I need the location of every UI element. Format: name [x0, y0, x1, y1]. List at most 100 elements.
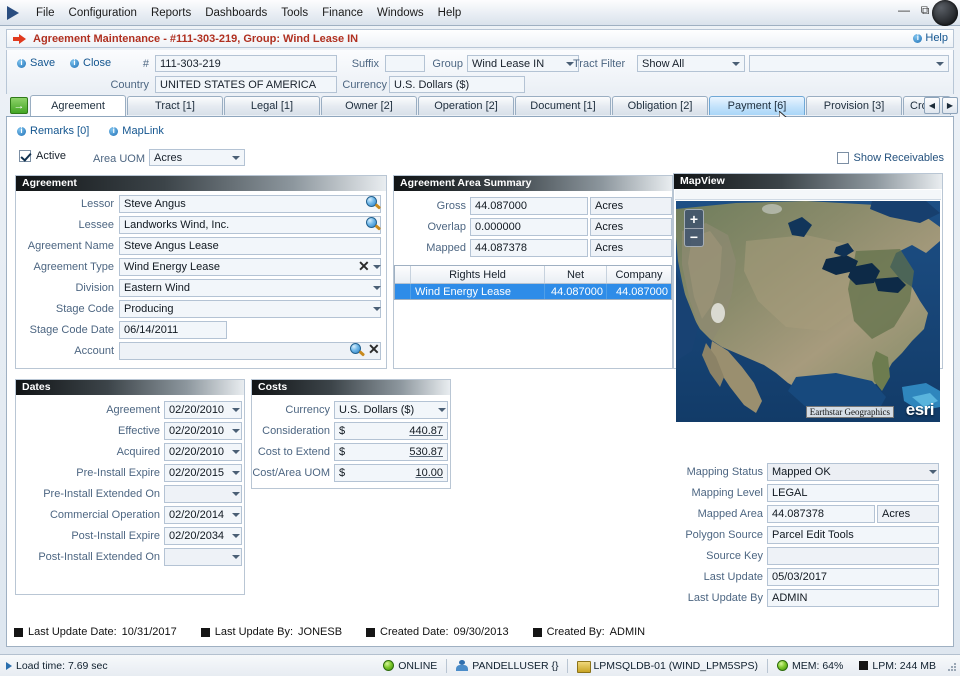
- show-receivables-checkbox[interactable]: Show Receivables: [836, 152, 945, 164]
- currency-input[interactable]: U.S. Dollars ($): [389, 76, 525, 93]
- gross-value[interactable]: 44.087000: [470, 197, 588, 215]
- tab-obligation[interactable]: Obligation [2]: [612, 96, 708, 115]
- chevron-down-icon[interactable]: [232, 513, 240, 517]
- chevron-down-icon[interactable]: [373, 265, 381, 269]
- stage-code-select[interactable]: Producing: [119, 300, 381, 318]
- mapped-area-label: Mapped Area: [697, 508, 763, 520]
- tab-legal[interactable]: Legal [1]: [224, 96, 320, 115]
- chevron-down-icon[interactable]: [373, 286, 381, 290]
- active-checkbox[interactable]: Active: [19, 150, 66, 162]
- mapped-area-input[interactable]: 44.087378: [767, 505, 875, 523]
- chevron-down-icon[interactable]: [232, 450, 240, 454]
- active-label: Active: [36, 150, 66, 162]
- overlap-value[interactable]: 0.000000: [470, 218, 588, 236]
- menu-item-dashboards[interactable]: Dashboards: [198, 4, 274, 22]
- show-receivables-label: Show Receivables: [853, 152, 945, 164]
- go-arrow-icon[interactable]: →: [10, 97, 28, 114]
- menu-item-tools[interactable]: Tools: [274, 4, 315, 22]
- overlap-label: Overlap: [427, 221, 466, 233]
- division-select[interactable]: Eastern Wind: [119, 279, 381, 297]
- lessee-input[interactable]: Landworks Wind, Inc.: [119, 216, 381, 234]
- minimize-icon[interactable]: —: [894, 1, 914, 19]
- gross-label: Gross: [436, 200, 466, 212]
- map-last-update-input[interactable]: 05/03/2017: [767, 568, 939, 586]
- stage-code-date-input[interactable]: 06/14/2011: [119, 321, 227, 339]
- chevron-down-icon[interactable]: [438, 408, 446, 412]
- menu-item-configuration[interactable]: Configuration: [62, 4, 144, 22]
- area-uom-select[interactable]: Acres: [149, 149, 245, 166]
- mapping-status-select[interactable]: Mapped OK: [767, 463, 939, 481]
- tab-owner[interactable]: Owner [2]: [321, 96, 417, 115]
- agreement-type-select[interactable]: Wind Energy Lease: [119, 258, 381, 276]
- account-input[interactable]: [119, 342, 381, 360]
- chevron-down-icon[interactable]: [232, 471, 240, 475]
- chevron-down-icon[interactable]: [373, 307, 381, 311]
- tract-filter-secondary-select[interactable]: [749, 55, 949, 72]
- audit-label: Last Update Date:: [28, 626, 117, 638]
- mapped-value[interactable]: 44.087378: [470, 239, 588, 257]
- number-input[interactable]: 111-303-219: [155, 55, 337, 72]
- tab-scroll-prev-button[interactable]: ◀: [924, 97, 940, 114]
- close-button[interactable]: Close: [70, 57, 111, 69]
- date-post-install-expire-input[interactable]: 02/20/2034: [164, 527, 242, 545]
- map-zoom-out-button[interactable]: −: [685, 229, 703, 247]
- grid-col-company[interactable]: Company: [607, 266, 671, 283]
- account-clear-icon[interactable]: ✕: [368, 342, 380, 356]
- chevron-down-icon[interactable]: [232, 429, 240, 433]
- tab-operation[interactable]: Operation [2]: [418, 96, 514, 115]
- date-pre-install-extended-input[interactable]: [164, 485, 242, 503]
- costs-currency-select[interactable]: U.S. Dollars ($): [334, 401, 448, 419]
- map-zoom-in-button[interactable]: +: [685, 210, 703, 229]
- grid-col-net[interactable]: Net: [545, 266, 607, 283]
- map-last-update-by-input[interactable]: ADMIN: [767, 589, 939, 607]
- date-effective-input[interactable]: 02/20/2010: [164, 422, 242, 440]
- chevron-down-icon[interactable]: [929, 470, 937, 474]
- chevron-down-icon[interactable]: [232, 555, 240, 559]
- agreement-name-input[interactable]: Steve Angus Lease: [119, 237, 381, 255]
- map-zoom-controls[interactable]: + −: [684, 209, 704, 247]
- maplink-link[interactable]: MapLink: [109, 125, 164, 137]
- lessee-search-icon[interactable]: [366, 217, 382, 232]
- consideration-input[interactable]: $ 440.87: [334, 422, 448, 440]
- tab-provision[interactable]: Provision [3]: [806, 96, 902, 115]
- lessor-search-icon[interactable]: [366, 196, 382, 211]
- group-select[interactable]: Wind Lease IN: [467, 55, 579, 72]
- grid-col-rights-held[interactable]: Rights Held: [411, 266, 545, 283]
- map-toolbar[interactable]: [675, 190, 941, 200]
- date-post-install-extended-input[interactable]: [164, 548, 242, 566]
- chevron-down-icon[interactable]: [232, 534, 240, 538]
- resize-grip[interactable]: [947, 663, 957, 673]
- menu-item-finance[interactable]: Finance: [315, 4, 370, 22]
- date-agreement-input[interactable]: 02/20/2010: [164, 401, 242, 419]
- account-search-icon[interactable]: [350, 343, 366, 358]
- agreement-type-clear-icon[interactable]: ✕: [358, 259, 370, 273]
- date-acquired-input[interactable]: 02/20/2010: [164, 443, 242, 461]
- help-link[interactable]: Help: [913, 32, 948, 44]
- map-canvas[interactable]: + − Earthstar Geographics esri: [676, 201, 940, 422]
- mapping-level-input[interactable]: LEGAL: [767, 484, 939, 502]
- cost-area-uom-input[interactable]: $ 10.00: [334, 464, 448, 482]
- polygon-source-input[interactable]: Parcel Edit Tools: [767, 526, 939, 544]
- date-commercial-operation-input[interactable]: 02/20/2014: [164, 506, 242, 524]
- save-button[interactable]: Save: [17, 57, 55, 69]
- chevron-down-icon[interactable]: [232, 492, 240, 496]
- cost-to-extend-input[interactable]: $ 530.87: [334, 443, 448, 461]
- table-row[interactable]: Wind Energy Lease 44.087000 44.087000: [395, 284, 671, 299]
- tract-filter-select[interactable]: Show All: [637, 55, 745, 72]
- tab-document[interactable]: Document [1]: [515, 96, 611, 115]
- menu-item-reports[interactable]: Reports: [144, 4, 198, 22]
- tab-tract[interactable]: Tract [1]: [127, 96, 223, 115]
- tab-scroll-next-button[interactable]: ▶: [942, 97, 958, 114]
- remarks-link[interactable]: Remarks [0]: [17, 125, 89, 137]
- country-input[interactable]: UNITED STATES OF AMERICA: [155, 76, 337, 93]
- cost-area-uom-value: 10.00: [415, 467, 443, 479]
- lessor-input[interactable]: Steve Angus: [119, 195, 381, 213]
- source-key-input[interactable]: [767, 547, 939, 565]
- tab-agreement[interactable]: Agreement: [30, 95, 126, 116]
- mapped-uom: Acres: [590, 239, 672, 257]
- menu-item-windows[interactable]: Windows: [370, 4, 431, 22]
- date-pre-install-expire-input[interactable]: 02/20/2015: [164, 464, 242, 482]
- chevron-down-icon[interactable]: [232, 408, 240, 412]
- menu-item-file[interactable]: File: [29, 4, 62, 22]
- menu-item-help[interactable]: Help: [431, 4, 469, 22]
